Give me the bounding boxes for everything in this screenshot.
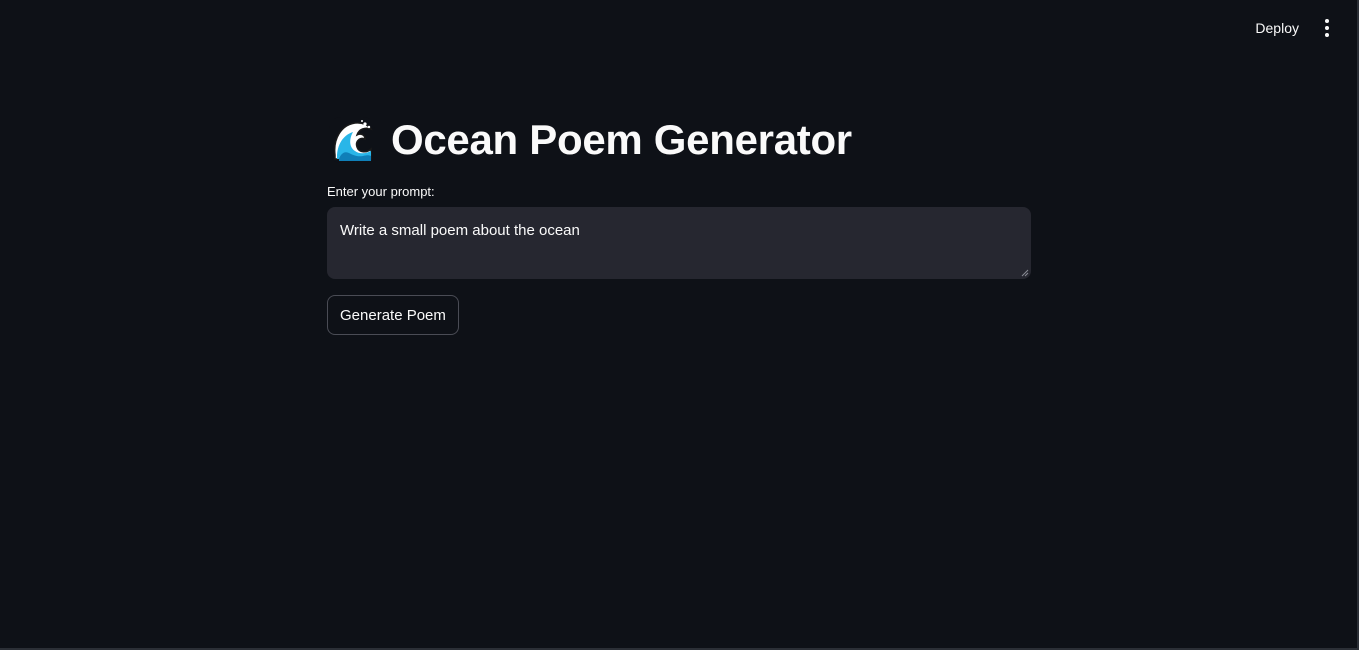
main-content: Ocean Poem Generator Enter your prompt: … — [327, 110, 1031, 335]
resize-handle-icon[interactable] — [1021, 269, 1029, 277]
kebab-menu-icon[interactable] — [1315, 14, 1339, 42]
menu-dot — [1325, 26, 1329, 30]
menu-dot — [1325, 33, 1329, 37]
top-toolbar: Deploy — [1247, 14, 1339, 42]
deploy-button[interactable]: Deploy — [1247, 14, 1307, 42]
prompt-textarea-value: Write a small poem about the ocean — [340, 222, 580, 239]
prompt-label: Enter your prompt: — [327, 184, 435, 199]
title-row: Ocean Poem Generator — [327, 110, 1031, 170]
prompt-textarea[interactable]: Write a small poem about the ocean — [327, 207, 1031, 279]
menu-dot — [1325, 19, 1329, 23]
generate-poem-button[interactable]: Generate Poem — [327, 295, 459, 335]
water-wave-icon — [329, 117, 375, 163]
page-title: Ocean Poem Generator — [391, 116, 852, 163]
app-window: Deploy Ocean Poem Generator Enter your p… — [0, 0, 1359, 650]
